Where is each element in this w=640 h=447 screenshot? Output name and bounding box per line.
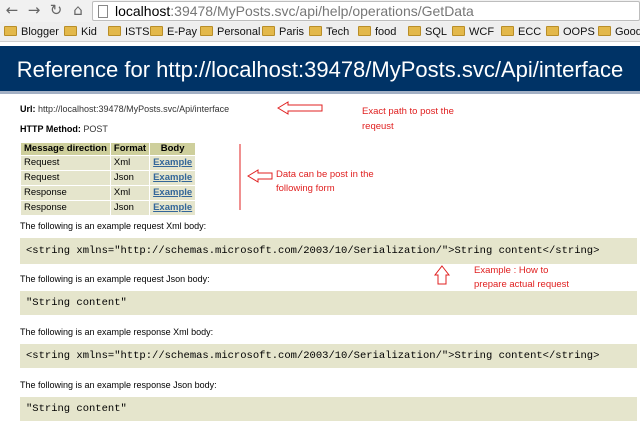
table-cell-format: Xml — [109, 155, 151, 171]
bookmark-label: Kid — [81, 26, 97, 38]
bookmark-ists[interactable]: ISTS — [108, 24, 149, 40]
folder-icon — [150, 26, 163, 36]
folder-icon — [309, 26, 322, 36]
bookmarks-bar: Blogger Kid ISTS E-Pay Personal Paris Te… — [0, 22, 640, 42]
bookmark-label: ECC — [518, 26, 542, 38]
bookmark-label: Personal — [217, 26, 261, 38]
browser-toolbar: ← → ↻ ⌂ localhost:39478/MyPosts.svc/api/… — [0, 0, 640, 22]
back-arrow-icon[interactable]: ← — [4, 2, 20, 18]
folder-icon — [108, 26, 121, 36]
table-row: Request Json Example — [20, 170, 197, 186]
annotation-form-line2: following form — [276, 183, 335, 194]
table-cell-format: Json — [109, 170, 151, 186]
address-bar[interactable]: localhost:39478/MyPosts.svc/api/help/ope… — [92, 1, 640, 21]
response-xml-code: <string xmlns="http://schemas.microsoft.… — [20, 344, 637, 368]
table-header-row: Message direction Format Body — [20, 142, 197, 156]
folder-icon — [452, 26, 465, 36]
request-xml-label: The following is an example request Xml … — [20, 221, 207, 231]
request-xml-code: <string xmlns="http://schemas.microsoft.… — [20, 238, 637, 264]
bookmark-label: WCF — [469, 26, 495, 38]
request-json-code: "String content" — [20, 291, 637, 315]
forward-arrow-icon[interactable]: → — [26, 2, 42, 18]
method-value: POST — [83, 124, 108, 134]
annotation-form-line1: Data can be post in the — [276, 169, 374, 180]
table-row: Response Xml Example — [20, 185, 197, 201]
example-link[interactable]: Example — [153, 157, 192, 168]
method-label: HTTP Method: — [20, 124, 81, 134]
method-row: HTTP Method: POST — [20, 123, 108, 135]
example-link[interactable]: Example — [153, 187, 192, 198]
table-row: Request Xml Example — [20, 155, 197, 171]
address-url: localhost:39478/MyPosts.svc/api/help/ope… — [115, 3, 474, 20]
bookmark-label: Tech — [326, 26, 350, 38]
table-cell-direction: Request — [20, 170, 111, 186]
bookmark-label: SQL — [425, 26, 448, 38]
folder-icon — [64, 26, 77, 36]
url-label: Url: — [20, 104, 36, 114]
bookmark-good[interactable]: Good — [598, 24, 640, 40]
bookmark-label: Good — [615, 26, 640, 38]
annotation-arrow-example — [433, 265, 451, 285]
bookmark-food[interactable]: food — [358, 24, 396, 40]
table-cell-direction: Response — [20, 200, 111, 216]
folder-icon — [4, 26, 17, 36]
annotation-example-line1: Example : How to — [474, 265, 549, 276]
annotation-arrow-table — [247, 169, 273, 183]
example-link[interactable]: Example — [153, 172, 192, 183]
bookmark-sql[interactable]: SQL — [408, 24, 447, 40]
bookmark-wcf[interactable]: WCF — [452, 24, 494, 40]
address-url-path: :39478/MyPosts.svc/api/help/operations/G… — [170, 3, 474, 19]
folder-icon — [358, 26, 371, 36]
home-icon[interactable]: ⌂ — [70, 2, 86, 18]
folder-icon — [546, 26, 559, 36]
address-url-host: localhost — [115, 3, 171, 19]
url-row: Url: http://localhost:39478/MyPosts.svc/… — [20, 103, 229, 115]
annotation-path-line1: Exact path to post the — [362, 106, 454, 117]
bookmark-tech[interactable]: Tech — [309, 24, 349, 40]
folder-icon — [501, 26, 514, 36]
reload-icon[interactable]: ↻ — [48, 2, 64, 18]
table-cell-format: Xml — [109, 185, 151, 201]
response-json-label: The following is an example response Jso… — [20, 380, 217, 390]
example-link[interactable]: Example — [153, 202, 192, 213]
bookmark-label: food — [375, 26, 397, 38]
bookmark-label: Blogger — [21, 26, 59, 38]
annotation-path-line2: reqeust — [362, 121, 394, 132]
message-table: Message direction Format Body Request Xm… — [20, 142, 197, 216]
bookmark-label: OOPS — [563, 26, 595, 38]
folder-icon — [262, 26, 275, 36]
bookmark-ecc[interactable]: ECC — [501, 24, 541, 40]
table-cell-format: Json — [109, 200, 151, 216]
page-icon — [98, 5, 108, 18]
bookmark-label: Paris — [279, 26, 305, 38]
table-cell-direction: Request — [20, 155, 111, 171]
bookmark-personal[interactable]: Personal — [200, 24, 260, 40]
table-header-body: Body — [149, 142, 197, 156]
response-json-code: "String content" — [20, 397, 637, 421]
table-cell-direction: Response — [20, 185, 111, 201]
table-header-direction: Message direction — [20, 142, 111, 156]
page-header: Reference for http://localhost:39478/MyP… — [0, 46, 640, 94]
annotation-example-line2: prepare actual request — [474, 279, 570, 290]
request-json-label: The following is an example request Json… — [20, 274, 210, 284]
bookmark-e-pay[interactable]: E-Pay — [150, 24, 197, 40]
annotation-arrow-url — [277, 101, 323, 115]
folder-icon — [200, 26, 213, 36]
bookmark-paris[interactable]: Paris — [262, 24, 304, 40]
table-header-format: Format — [109, 142, 151, 156]
bookmark-oops[interactable]: OOPS — [546, 24, 595, 40]
page-title: Reference for http://localhost:39478/MyP… — [16, 57, 624, 82]
bookmark-label: E-Pay — [167, 26, 197, 38]
bookmark-label: ISTS — [125, 26, 150, 38]
response-xml-label: The following is an example response Xml… — [20, 327, 214, 337]
bookmark-blogger[interactable]: Blogger — [4, 24, 59, 40]
url-value: http://localhost:39478/MyPosts.svc/Api/i… — [38, 104, 230, 114]
folder-icon — [598, 26, 611, 36]
bookmark-kid[interactable]: Kid — [64, 24, 97, 40]
folder-icon — [408, 26, 421, 36]
table-row: Response Json Example — [20, 200, 197, 216]
